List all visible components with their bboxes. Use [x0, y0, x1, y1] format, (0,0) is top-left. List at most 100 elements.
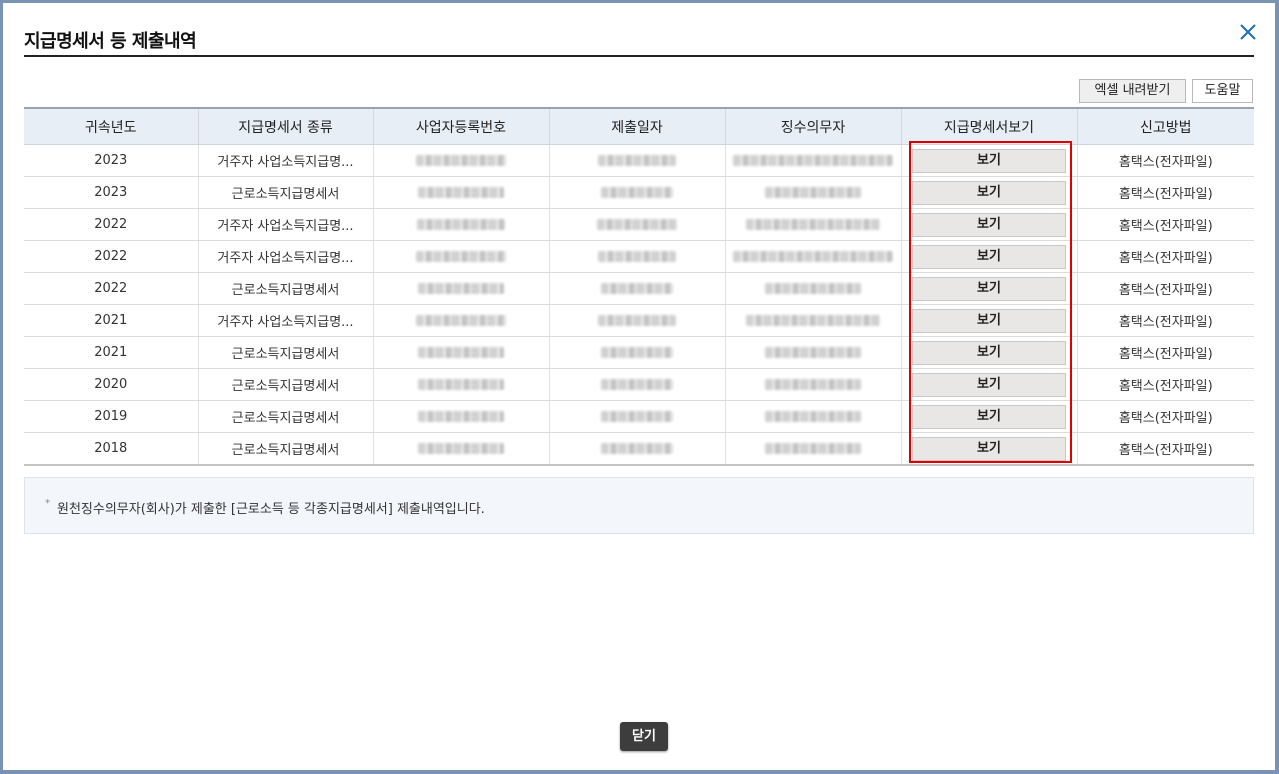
redacted-value: [416, 251, 506, 262]
cell-view: 보기: [900, 144, 1077, 177]
header-type: 지급명세서 종류: [197, 107, 373, 145]
cell-view: 보기: [900, 336, 1077, 369]
cell-submit-date-redacted: [548, 176, 725, 209]
view-statement-button[interactable]: 보기: [912, 372, 1066, 397]
redacted-value: [765, 443, 861, 454]
cell-business-number-redacted: [372, 272, 549, 305]
cell-business-number-redacted: [372, 400, 549, 433]
header-view: 지급명세서보기: [900, 107, 1077, 145]
table-row: 2020 근로소득지급명세서 보기 홈택스(전자파일): [24, 368, 1254, 401]
cell-type: 거주자 사업소득지급명...: [197, 208, 373, 241]
redacted-value: [597, 219, 677, 230]
redacted-value: [418, 347, 504, 358]
cell-submit-date-redacted: [548, 304, 725, 337]
notice-bullet: *: [45, 498, 50, 509]
cell-submit-date-redacted: [548, 336, 725, 369]
dialog-title: 지급명세서 등 제출내역: [24, 31, 197, 52]
cell-year: 2021: [24, 336, 198, 369]
cell-business-number-redacted: [372, 432, 549, 466]
cell-view: 보기: [900, 240, 1077, 273]
cell-method: 홈택스(전자파일): [1076, 208, 1254, 241]
table-row: 2022 거주자 사업소득지급명... 보기 홈택스(전자파일): [24, 240, 1254, 273]
view-statement-button[interactable]: 보기: [912, 244, 1066, 269]
cell-submit-date-redacted: [548, 368, 725, 401]
cell-method: 홈택스(전자파일): [1076, 304, 1254, 337]
cell-withholding-agent-redacted: [724, 208, 901, 241]
cell-business-number-redacted: [372, 144, 549, 177]
cell-view: 보기: [900, 176, 1077, 209]
redacted-value: [598, 315, 676, 326]
table-row: 2021 거주자 사업소득지급명... 보기 홈택스(전자파일): [24, 304, 1254, 337]
redacted-value: [765, 411, 861, 422]
redacted-value: [765, 379, 861, 390]
cell-type: 근로소득지급명세서: [197, 176, 373, 209]
cell-business-number-redacted: [372, 240, 549, 273]
submission-history-dialog: 지급명세서 등 제출내역 엑셀 내려받기 도움말 귀속년도 지급명세서 종류 사…: [3, 3, 1275, 770]
cell-business-number-redacted: [372, 208, 549, 241]
view-statement-button[interactable]: 보기: [912, 212, 1066, 237]
table-row: 2022 거주자 사업소득지급명... 보기 홈택스(전자파일): [24, 208, 1254, 241]
header-withholding-agent: 징수의무자: [724, 107, 901, 145]
cell-withholding-agent-redacted: [724, 240, 901, 273]
view-statement-button[interactable]: 보기: [912, 340, 1066, 365]
view-statement-button[interactable]: 보기: [912, 404, 1066, 429]
close-button[interactable]: 닫기: [620, 722, 668, 751]
cell-view: 보기: [900, 400, 1077, 433]
cell-year: 2019: [24, 400, 198, 433]
redacted-value: [601, 187, 673, 198]
redacted-value: [601, 443, 673, 454]
cell-method: 홈택스(전자파일): [1076, 176, 1254, 209]
cell-submit-date-redacted: [548, 208, 725, 241]
cell-year: 2023: [24, 144, 198, 177]
cell-submit-date-redacted: [548, 272, 725, 305]
redacted-value: [416, 155, 506, 166]
cell-year: 2018: [24, 432, 198, 466]
cell-view: 보기: [900, 432, 1077, 466]
redacted-value: [746, 315, 880, 326]
cell-method: 홈택스(전자파일): [1076, 400, 1254, 433]
cell-method: 홈택스(전자파일): [1076, 272, 1254, 305]
title-divider: [24, 55, 1254, 57]
cell-year: 2021: [24, 304, 198, 337]
redacted-value: [418, 379, 504, 390]
notice-box: * 원천징수의무자(회사)가 제출한 [근로소득 등 각종지급명세서] 제출내역…: [24, 477, 1254, 534]
cell-view: 보기: [900, 272, 1077, 305]
cell-type: 거주자 사업소득지급명...: [197, 240, 373, 273]
view-statement-button[interactable]: 보기: [912, 180, 1066, 205]
redacted-value: [765, 347, 861, 358]
redacted-value: [416, 315, 506, 326]
cell-method: 홈택스(전자파일): [1076, 368, 1254, 401]
view-statement-button[interactable]: 보기: [912, 436, 1066, 461]
cell-year: 2022: [24, 208, 198, 241]
redacted-value: [598, 251, 676, 262]
table-row: 2021 근로소득지급명세서 보기 홈택스(전자파일): [24, 336, 1254, 369]
table-row: 2018 근로소득지급명세서 보기 홈택스(전자파일): [24, 432, 1254, 466]
view-statement-button[interactable]: 보기: [912, 308, 1066, 333]
cell-type: 근로소득지급명세서: [197, 432, 373, 466]
cell-type: 근로소득지급명세서: [197, 400, 373, 433]
cell-year: 2023: [24, 176, 198, 209]
cell-method: 홈택스(전자파일): [1076, 432, 1254, 466]
redacted-value: [418, 443, 504, 454]
cell-business-number-redacted: [372, 368, 549, 401]
cell-year: 2020: [24, 368, 198, 401]
cell-withholding-agent-redacted: [724, 176, 901, 209]
excel-download-button[interactable]: 엑셀 내려받기: [1079, 79, 1186, 103]
redacted-value: [601, 379, 673, 390]
cell-year: 2022: [24, 240, 198, 273]
redacted-value: [418, 187, 504, 198]
view-statement-button[interactable]: 보기: [912, 276, 1066, 301]
redacted-value: [765, 283, 861, 294]
view-statement-button[interactable]: 보기: [912, 148, 1066, 173]
table-row: 2023 근로소득지급명세서 보기 홈택스(전자파일): [24, 176, 1254, 209]
cell-type: 거주자 사업소득지급명...: [197, 304, 373, 337]
cell-submit-date-redacted: [548, 400, 725, 433]
cell-method: 홈택스(전자파일): [1076, 240, 1254, 273]
redacted-value: [765, 187, 861, 198]
cell-type: 근로소득지급명세서: [197, 336, 373, 369]
cell-withholding-agent-redacted: [724, 336, 901, 369]
help-button[interactable]: 도움말: [1192, 79, 1253, 103]
close-icon[interactable]: [1237, 21, 1259, 43]
redacted-value: [418, 411, 504, 422]
table-row: 2022 근로소득지급명세서 보기 홈택스(전자파일): [24, 272, 1254, 305]
